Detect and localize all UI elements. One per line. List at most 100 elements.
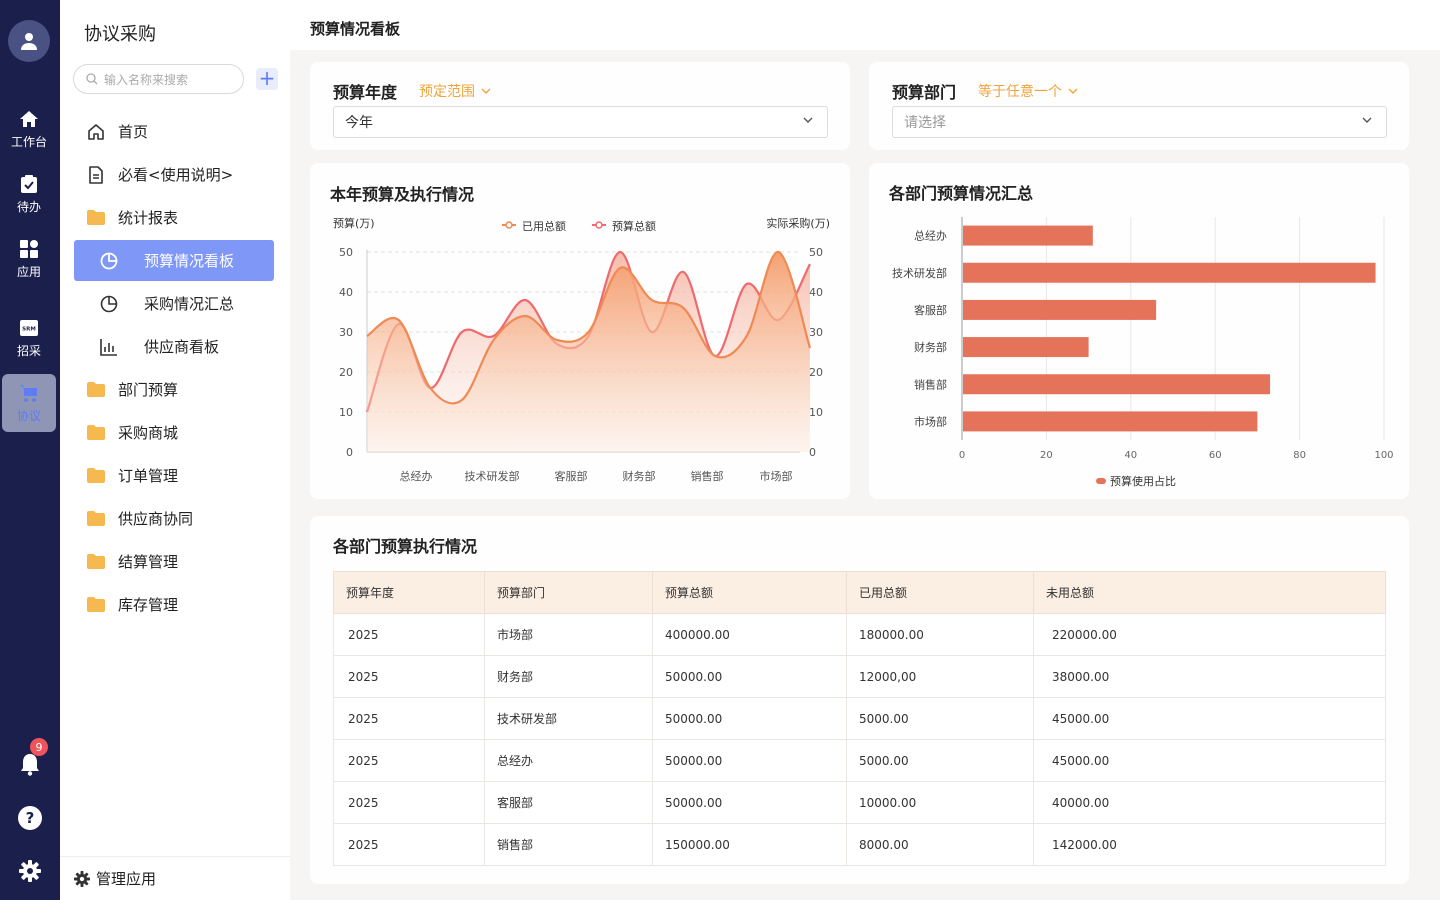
sidebar-item-inventory[interactable]: 库存管理 — [74, 584, 274, 625]
y-tick-label: 40 — [339, 286, 353, 299]
avatar[interactable] — [8, 20, 50, 62]
filter-year-select[interactable]: 今年 — [333, 106, 828, 138]
sidebar-item-label: 首页 — [118, 123, 149, 141]
search-input[interactable]: 输入名称来搜索 — [73, 64, 244, 94]
legend-marker — [505, 221, 513, 229]
filter-dept-select[interactable]: 请选择 — [892, 106, 1387, 138]
budget-exec-chart: 0 10 20 30 40 50 0 10 20 30 40 50 预算(万) 实际采购(万) 总经办 技术研… — [333, 216, 830, 483]
gear-icon — [19, 860, 41, 882]
sidebar-item-budget-board[interactable]: 预算情况看板 — [74, 240, 274, 281]
x-tick-label: 100 — [1374, 450, 1393, 461]
y-tick-label: 0 — [346, 446, 353, 459]
y-tick-label: 市场部 — [914, 414, 947, 428]
folder-icon — [87, 425, 105, 440]
sidebar-item-reports[interactable]: 统计报表 — [74, 197, 274, 238]
rail-item-agreement[interactable]: 协议 — [2, 374, 56, 432]
x-tick-label: 技术研发部 — [465, 469, 520, 483]
main-content: 预算情况看板 预算年度 预定范围 今年 预算部门 等于任意一个 请选择 本年预算… — [290, 0, 1440, 900]
sidebar-item-supplier-board[interactable]: 供应商看板 — [74, 326, 274, 367]
column-header: 预算总额 — [652, 571, 847, 614]
legend-marker — [1096, 478, 1106, 484]
sidebar-item-label: 供应商协同 — [118, 510, 194, 528]
filter-dept-mode-label: 等于任意一个 — [978, 84, 1062, 100]
table-cell: 40000.00 — [1033, 781, 1386, 824]
clipboard-check-icon — [21, 174, 37, 193]
x-tick-label: 销售部 — [691, 469, 724, 483]
sidebar-item-orders[interactable]: 订单管理 — [74, 455, 274, 496]
table-cell: 50000.00 — [652, 739, 847, 782]
rail-item-todo[interactable]: 待办 — [2, 165, 56, 223]
filter-year-mode[interactable]: 预定范围 — [419, 81, 491, 101]
sidebar-item-mall[interactable]: 采购商城 — [74, 412, 274, 453]
dept-summary-chart: 0 20 40 60 80 100 总经办技术研发部客服部财务部销售部市场部预算使用占比 — [892, 217, 1394, 488]
sidebar-item-label: 库存管理 — [118, 596, 179, 614]
manage-apps-button[interactable]: 管理应用 — [60, 856, 290, 900]
x-tick-label: 0 — [959, 450, 965, 461]
rail-item-procurement[interactable]: SRM 招采 — [2, 309, 56, 367]
y-tick-label: 财务部 — [914, 340, 947, 354]
page-header: 预算情况看板 — [290, 0, 1440, 50]
table-cell: 45000.00 — [1033, 739, 1386, 782]
pie-chart-icon — [100, 252, 118, 269]
help-button[interactable]: ? — [0, 806, 60, 830]
folder-icon — [87, 468, 105, 483]
table-header-row: 预算年度 预算部门 预算总额 已用总额 未用总额 — [333, 571, 1386, 614]
table-row[interactable]: 2025 技术研发部 50000.00 5000.00 45000.00 — [333, 697, 1386, 740]
add-button[interactable]: + — [256, 68, 278, 90]
filter-card-year: 预算年度 预定范围 今年 — [310, 62, 850, 150]
x-tick-label: 客服部 — [555, 469, 588, 483]
filter-dept-mode[interactable]: 等于任意一个 — [978, 81, 1078, 101]
sidebar-item-settlement[interactable]: 结算管理 — [74, 541, 274, 582]
table-row[interactable]: 2025 销售部 150000.00 8000.00 142000.00 — [333, 823, 1386, 866]
sidebar-item-label: 必看<使用说明> — [118, 166, 234, 184]
x-tick-label: 总经办 — [400, 469, 433, 483]
table-cell: 2025 — [333, 739, 485, 782]
table-row[interactable]: 2025 财务部 50000.00 12000,00 38000.00 — [333, 655, 1386, 698]
y-right-tick-label: 20 — [809, 366, 823, 379]
table-row[interactable]: 2025 市场部 400000.00 180000.00 220000.00 — [333, 613, 1386, 656]
table-cell: 10000.00 — [846, 781, 1034, 824]
legend-marker — [595, 221, 603, 229]
manage-apps-label: 管理应用 — [96, 870, 157, 888]
table-cell: 45000.00 — [1033, 697, 1386, 740]
filter-year-label: 预算年度 — [333, 83, 398, 102]
rail-item-apps[interactable]: 应用 — [2, 230, 56, 288]
y-right-axis-label: 实际采购(万) — [766, 216, 830, 230]
y-tick-label: 30 — [339, 326, 353, 339]
table-row[interactable]: 2025 总经办 50000.00 5000.00 45000.00 — [333, 739, 1386, 782]
rail-item-label: 协议 — [16, 408, 41, 423]
x-tick-label: 80 — [1293, 450, 1306, 461]
settings-button[interactable] — [0, 860, 60, 882]
table-cell: 2025 — [333, 655, 485, 698]
sidebar-item-dept-budget[interactable]: 部门预算 — [74, 369, 274, 410]
notification-button[interactable]: 9 — [0, 738, 60, 776]
search-icon — [86, 73, 98, 85]
sidebar-item-guide[interactable]: 必看<使用说明> — [74, 154, 274, 195]
gear-icon — [74, 870, 90, 887]
table-cell: 12000,00 — [846, 655, 1034, 698]
sidebar-item-home[interactable]: 首页 — [74, 111, 274, 152]
folder-icon — [87, 382, 105, 397]
y-right-tick-label: 50 — [809, 246, 823, 259]
filter-dept-placeholder: 请选择 — [904, 115, 946, 131]
table-cell: 8000.00 — [846, 823, 1034, 866]
rail-item-label: 招采 — [16, 343, 41, 358]
table-cell: 220000.00 — [1033, 613, 1386, 656]
y-tick-label: 销售部 — [914, 377, 947, 391]
search-placeholder: 输入名称来搜索 — [104, 72, 189, 87]
sidebar-title: 协议采购 — [84, 24, 156, 45]
sidebar-item-supplier-collab[interactable]: 供应商协同 — [74, 498, 274, 539]
budget-exec-chart-card: 本年预算及执行情况 0 10 20 30 40 50 0 10 20 30 40 50 预算(万) 实际采… — [310, 163, 850, 499]
table-cell: 2025 — [333, 613, 485, 656]
table-cell: 50000.00 — [652, 697, 847, 740]
table-cell: 50000.00 — [652, 781, 847, 824]
table-cell: 2025 — [333, 781, 485, 824]
rail-item-workbench[interactable]: 工作台 — [2, 100, 56, 158]
table-row[interactable]: 2025 客服部 50000.00 10000.00 40000.00 — [333, 781, 1386, 824]
sidebar-item-purchase-summary[interactable]: 采购情况汇总 — [74, 283, 274, 324]
apps-grid-icon — [20, 239, 38, 258]
table-cell: 142000.00 — [1033, 823, 1386, 866]
sidebar-item-label: 供应商看板 — [144, 338, 220, 356]
left-rail: 工作台 待办 应用 SRM 招采 协议 9 ? — [0, 0, 60, 900]
y-right-tick-label: 40 — [809, 286, 823, 299]
